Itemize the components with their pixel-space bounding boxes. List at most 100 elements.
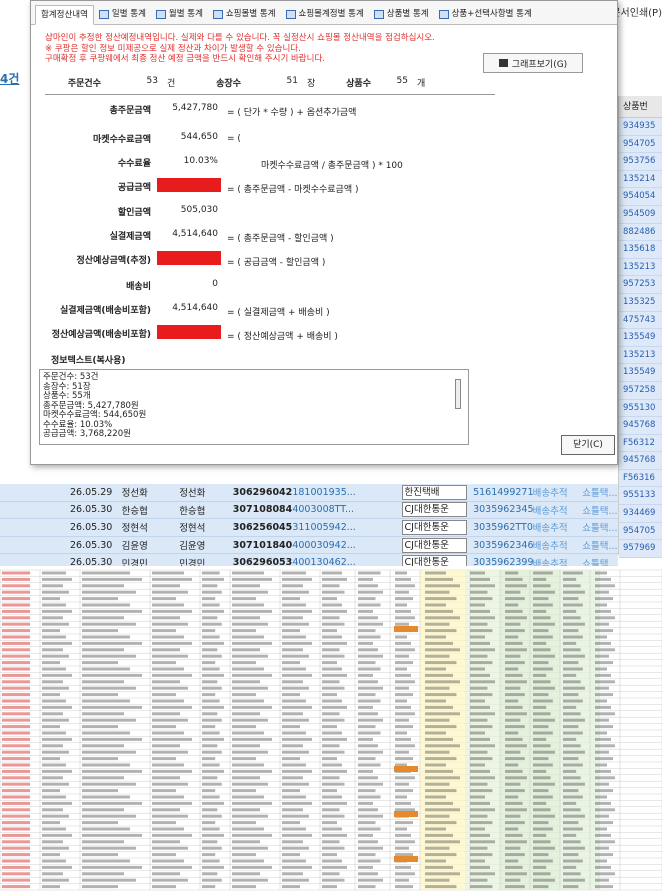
table-row[interactable]: 26.05.29 정선화 정선화 306296042 181001935... 한진택배 5… bbox=[0, 484, 618, 502]
info-textarea[interactable]: 주문건수: 53건 송장수: 51장 상품수: 55개 총주문금액: 5,427,78… bbox=[39, 369, 469, 445]
sheet-cell-text bbox=[232, 718, 268, 722]
sheet-cell-text bbox=[322, 737, 347, 741]
product-number-cell[interactable]: 945768 bbox=[619, 452, 662, 470]
product-number-cell[interactable]: 953756 bbox=[619, 153, 662, 171]
product-number-cell[interactable]: 954705 bbox=[619, 135, 662, 154]
sheet-cell-text bbox=[282, 769, 312, 773]
field-label: 마켓수수료금액 bbox=[93, 135, 151, 145]
product-number-cell[interactable]: 475743 bbox=[619, 311, 662, 330]
row-link[interactable]: 쇼틀택... bbox=[582, 538, 618, 552]
row-courier[interactable]: 한진택배 bbox=[401, 484, 468, 500]
product-number-cell[interactable]: 954509 bbox=[619, 205, 662, 224]
sheet-cell-text bbox=[232, 833, 272, 837]
sheet-cell-text bbox=[533, 808, 551, 812]
field-label: 실결제금액 bbox=[109, 232, 151, 242]
sheet-cell-text bbox=[82, 584, 124, 588]
product-number-cell[interactable]: 135213 bbox=[619, 258, 662, 277]
sheet-cell-text bbox=[322, 641, 347, 645]
product-number-cell[interactable]: 934935 bbox=[619, 118, 662, 136]
sheet-cell-text bbox=[505, 795, 519, 799]
tab-item[interactable]: 상품별 통계 bbox=[369, 4, 434, 24]
sheet-cell-text bbox=[563, 718, 585, 722]
sheet-cell-text bbox=[82, 808, 124, 812]
row-track[interactable]: 배송추적 bbox=[533, 520, 583, 534]
graph-button[interactable]: 그래프보기(G) bbox=[483, 53, 583, 73]
product-number-cell[interactable]: 955130 bbox=[619, 399, 662, 418]
product-number-cell[interactable]: 957258 bbox=[619, 381, 662, 400]
product-number-cell[interactable]: 135214 bbox=[619, 170, 662, 189]
sheet-cell-text bbox=[152, 616, 180, 620]
table-row[interactable]: 26.05.30 김윤영 김윤영 3071018405 400030942... CJ대한… bbox=[0, 536, 618, 555]
row-date: 26.05.30 bbox=[70, 504, 113, 516]
product-count-value: 55 bbox=[396, 76, 408, 86]
row-track[interactable]: 배송추적 bbox=[533, 485, 583, 499]
sheet-cell-text bbox=[425, 878, 450, 882]
sheet-cell-text bbox=[322, 667, 342, 671]
sheet-cell-text bbox=[232, 693, 256, 697]
product-number-cell[interactable]: 882486 bbox=[619, 223, 662, 242]
sheet-cell-text bbox=[470, 827, 485, 831]
product-number-cell[interactable]: 957969 bbox=[619, 540, 662, 558]
tab-item[interactable]: 합계정산내역 bbox=[35, 5, 94, 25]
sheet-cell-text bbox=[505, 846, 521, 850]
table-row[interactable]: 26.05.30 한승협 한승협 3071080843 4003008TT... CJ대한… bbox=[0, 501, 618, 520]
product-number-cell[interactable]: 954705 bbox=[619, 522, 662, 541]
product-number-cell[interactable]: 135618 bbox=[619, 241, 662, 259]
product-number-cell[interactable]: 135549 bbox=[619, 329, 662, 347]
product-number-header[interactable]: 상품번 bbox=[619, 96, 662, 118]
sheet-cell-text bbox=[2, 603, 30, 607]
product-number-cell[interactable]: 954054 bbox=[619, 188, 662, 206]
product-number-cell[interactable]: F56312 bbox=[619, 434, 662, 453]
row-track[interactable]: 배송추적 bbox=[533, 538, 583, 552]
product-number-cell[interactable]: 934469 bbox=[619, 505, 662, 523]
product-number-cell[interactable]: 957253 bbox=[619, 276, 662, 294]
sheet-cell-text bbox=[322, 801, 347, 805]
sheet-cell-text bbox=[595, 635, 607, 639]
sheet-cell-text bbox=[2, 686, 30, 690]
order-count-value: 53 bbox=[146, 76, 158, 86]
sheet-cell-text bbox=[470, 673, 490, 677]
sheet-cell-text bbox=[202, 731, 220, 735]
sheet-cell-text bbox=[42, 885, 60, 889]
sheet-cell-text bbox=[358, 846, 383, 850]
sheet-cell-text bbox=[152, 641, 192, 645]
sheet-cell-text bbox=[232, 648, 260, 652]
row-courier[interactable]: CJ대한통운 bbox=[401, 537, 468, 553]
product-number-cell[interactable]: 955133 bbox=[619, 487, 662, 506]
tab-item[interactable]: 월별 통계 bbox=[151, 4, 208, 24]
print-menu[interactable]: 문서인쇄(P) bbox=[611, 4, 662, 19]
sheet-cell-text bbox=[595, 840, 615, 844]
highlight-cell bbox=[394, 766, 418, 772]
product-number-cell[interactable]: F56316 bbox=[619, 469, 662, 488]
tab-count-label[interactable]: 4건 bbox=[0, 70, 19, 87]
textarea-scrollbar[interactable] bbox=[455, 379, 461, 409]
row-courier[interactable]: CJ대한통운 bbox=[401, 519, 468, 535]
text-line: 송장수: 51장 bbox=[43, 381, 91, 392]
row-link[interactable]: 쇼틀택... bbox=[582, 520, 618, 534]
sheet-cell-text bbox=[322, 731, 342, 735]
product-number-cell[interactable]: 135213 bbox=[619, 346, 662, 365]
product-number-cell[interactable]: 135325 bbox=[619, 293, 662, 312]
row-link[interactable]: 쇼틀택... bbox=[582, 485, 618, 499]
sheet-cell-text bbox=[425, 654, 450, 658]
table-row[interactable]: 26.05.30 정현석 정현석 3062560454 311005942... CJ대한… bbox=[0, 519, 618, 537]
sheet-cell-text bbox=[595, 667, 607, 671]
sheet-cell-text bbox=[42, 693, 60, 697]
tab-item[interactable]: 쇼핑몰계정별 통계 bbox=[281, 4, 369, 24]
sheet-cell-text bbox=[505, 705, 523, 709]
product-number-cell[interactable]: 135549 bbox=[619, 364, 662, 382]
sheet-cell-text bbox=[42, 590, 69, 594]
tab-item[interactable]: 상품+선택사항별 통계 bbox=[434, 4, 537, 24]
row-track[interactable]: 배송추적 bbox=[533, 503, 583, 517]
row-courier[interactable]: CJ대한통운 bbox=[401, 502, 468, 518]
product-number-cell[interactable]: 945768 bbox=[619, 417, 662, 435]
sheet-cell-text bbox=[322, 859, 342, 863]
close-button[interactable]: 닫기(C) bbox=[561, 435, 615, 455]
field-formula: = ( 총주문금액 - 할인금액 ) bbox=[227, 234, 334, 244]
sheet-cell-text bbox=[152, 821, 176, 825]
row-link[interactable]: 쇼틀택... bbox=[582, 503, 618, 517]
tab-item[interactable]: 일별 통계 bbox=[94, 4, 151, 24]
sheet-cell-text bbox=[282, 840, 303, 844]
sheet-cell-text bbox=[42, 680, 63, 684]
tab-item[interactable]: 쇼핑몰별 통계 bbox=[208, 4, 281, 24]
